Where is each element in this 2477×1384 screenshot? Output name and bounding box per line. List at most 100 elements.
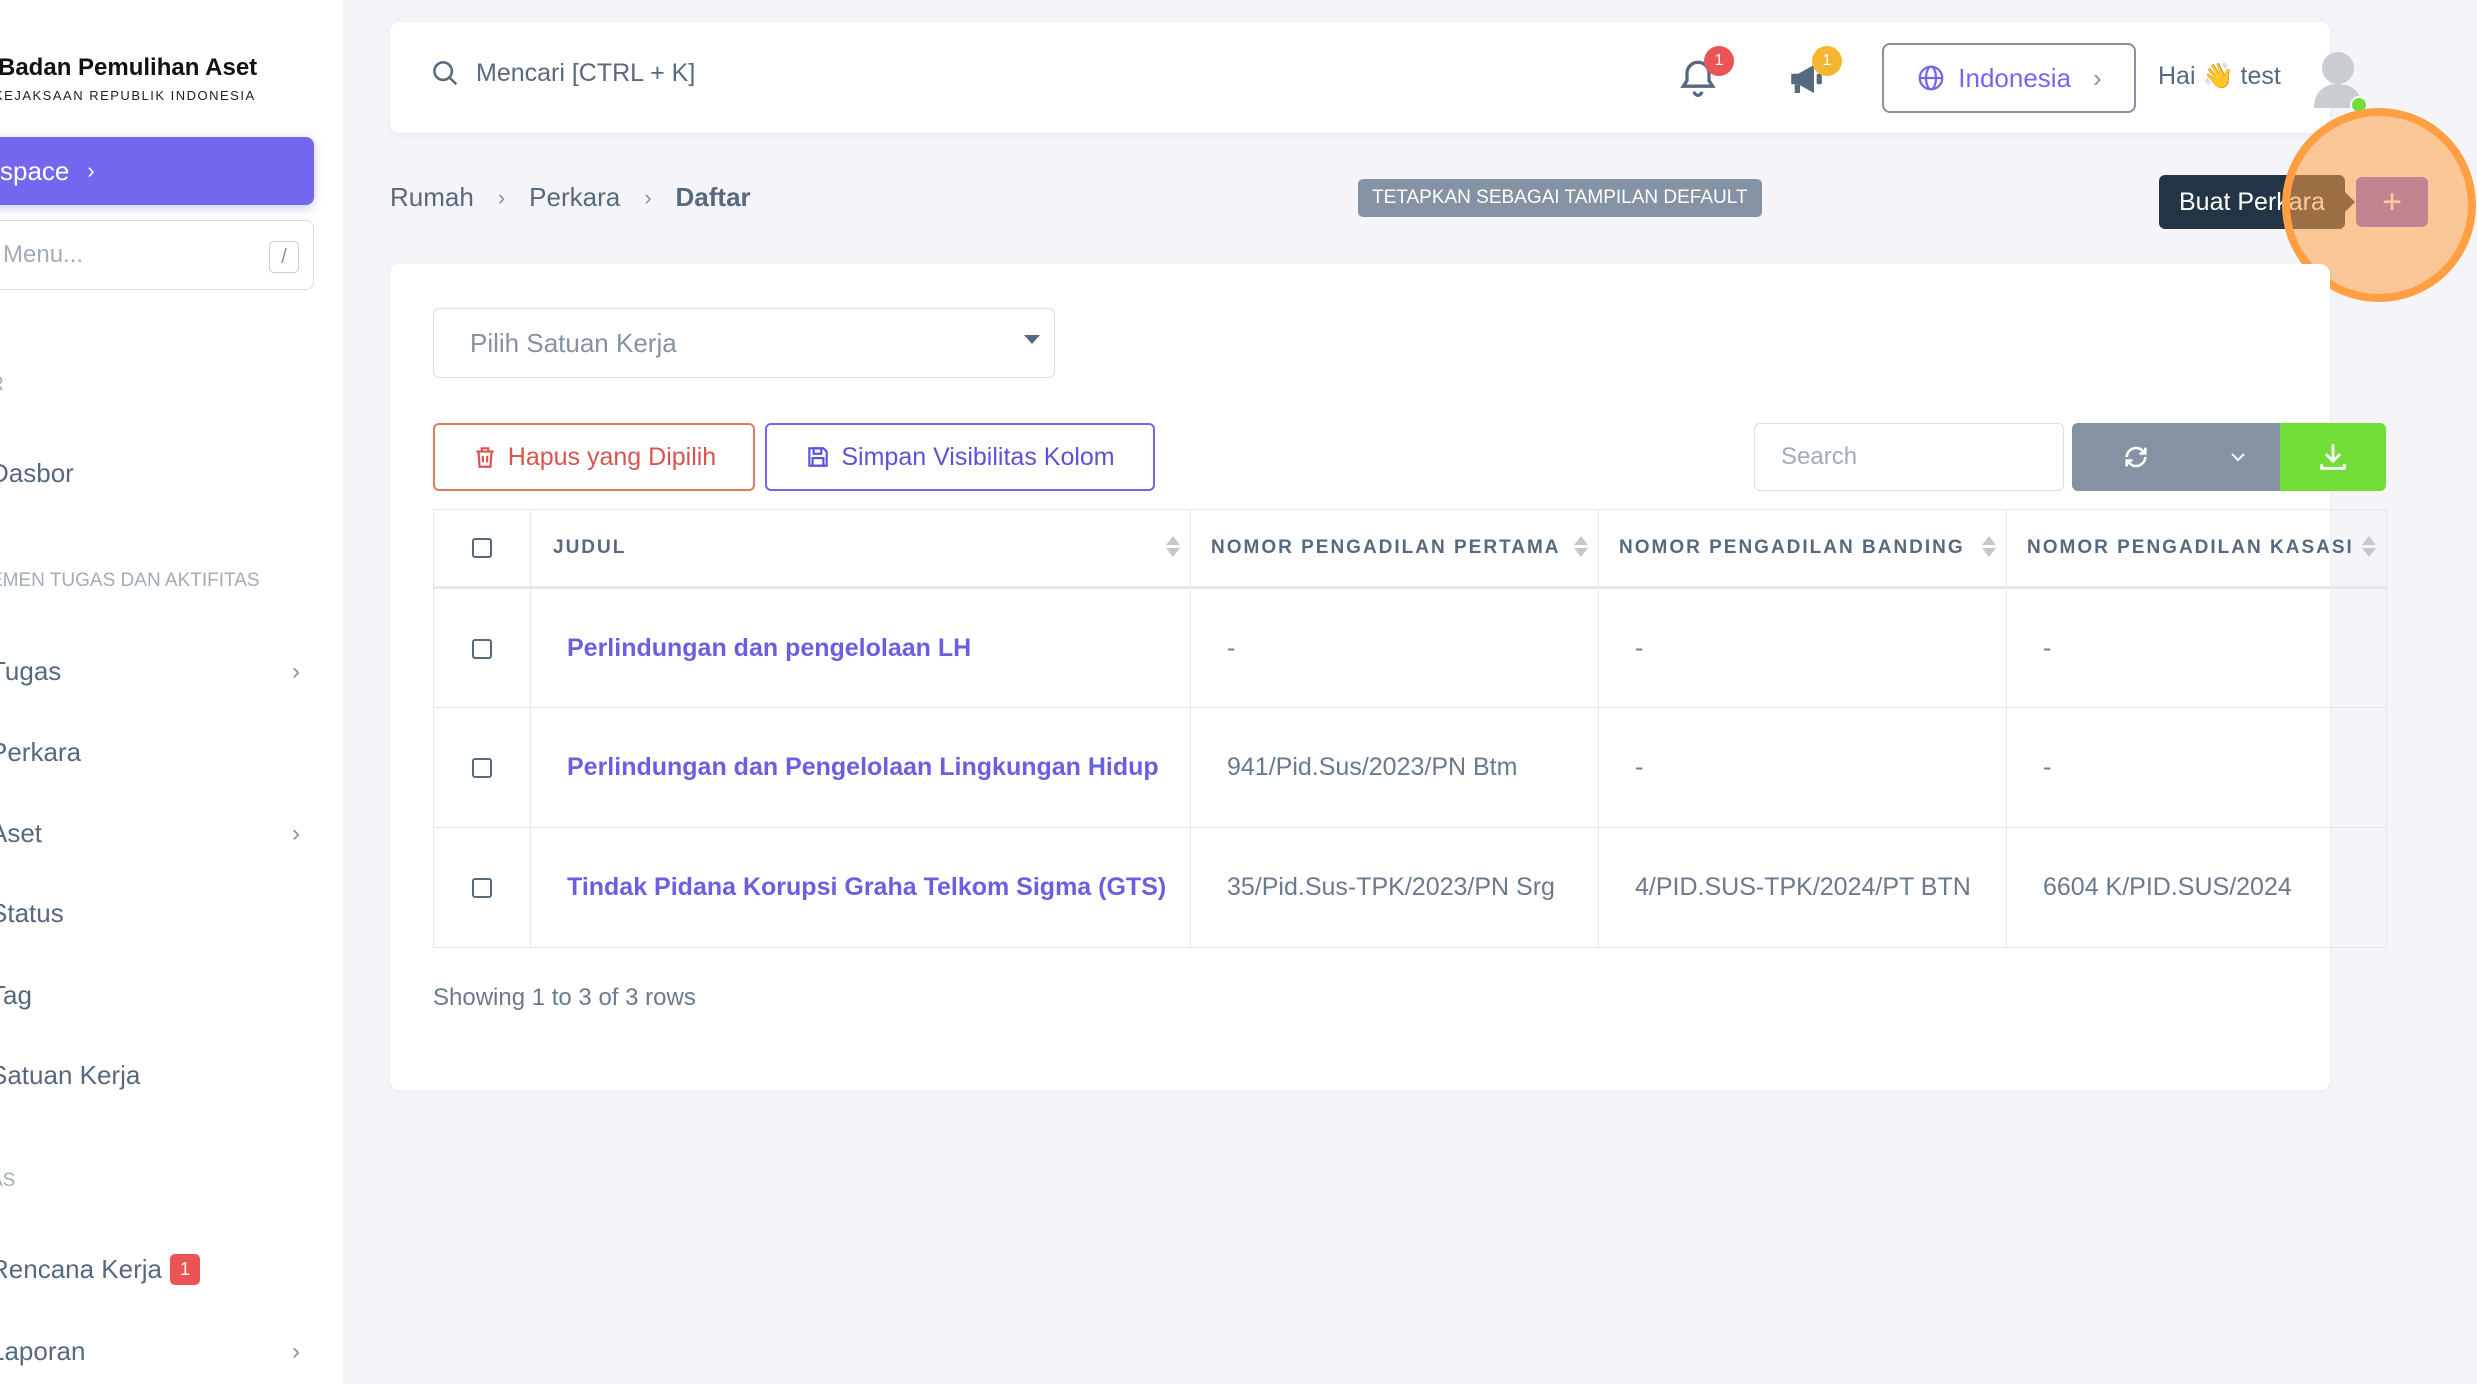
download-button[interactable] <box>2280 423 2386 491</box>
select-all-cell <box>433 509 531 589</box>
user-greeting: Hai 👋 test <box>2158 62 2281 90</box>
sidebar-item-laporan[interactable]: Laporan › <box>0 1336 300 1367</box>
column-header-label: JUDUL <box>553 537 627 558</box>
add-case-button[interactable]: + <box>2356 177 2428 227</box>
sidebar-item-tag[interactable]: Tag <box>0 980 300 1011</box>
trash-icon <box>476 447 494 468</box>
work-unit-placeholder: Pilih Satuan Kerja <box>470 327 677 358</box>
column-header-first-court[interactable]: NOMOR PENGADILAN PERTAMA <box>1190 509 1599 589</box>
sort-icon <box>2362 536 2376 557</box>
column-header-label: NOMOR PENGADILAN BANDING <box>1619 537 1965 558</box>
language-label: Indonesia <box>1958 62 2072 93</box>
sidebar-item-status[interactable]: Status <box>0 898 300 929</box>
row-checkbox[interactable] <box>472 638 492 659</box>
table-row: Perlindungan dan pengelolaan LH - - - <box>433 587 2387 708</box>
search-icon <box>433 61 458 86</box>
delete-selected-label: Hapus yang Dipilih <box>507 442 717 471</box>
sidebar-item-perkara[interactable]: Perkara <box>0 737 300 768</box>
save-icon <box>808 447 829 467</box>
sidebar-item-tugas[interactable]: Tugas › <box>0 656 300 687</box>
count-badge: 1 <box>170 1254 201 1285</box>
sidebar-item-label: Tugas <box>0 656 62 686</box>
row-checkbox[interactable] <box>472 758 492 779</box>
case-title-link[interactable]: Perlindungan dan Pengelolaan Lingkungan … <box>530 707 1191 828</box>
brand-subtitle: KEJAKSAAN REPUBLIK INDONESIA <box>0 88 256 103</box>
notifications-count-badge: 1 <box>1704 46 1734 76</box>
save-column-visibility-label: Simpan Visibilitas Kolom <box>841 442 1115 471</box>
chevron-right-icon: › <box>497 184 506 210</box>
set-default-view-button[interactable]: TETAPKAN SEBAGAI TAMPILAN DEFAULT <box>1358 179 1762 217</box>
delete-selected-button[interactable]: Hapus yang Dipilih <box>433 423 755 491</box>
sidebar-item-label: Tag <box>0 980 32 1010</box>
shortcut-key: / <box>269 241 299 273</box>
workspace-label: space <box>0 155 70 186</box>
create-case-tooltip: Buat Perkara <box>2159 175 2355 229</box>
menu-search-placeholder: Menu... <box>3 241 84 268</box>
sidebar-item-aset[interactable]: Aset › <box>0 818 300 849</box>
refresh-button[interactable] <box>2072 423 2280 491</box>
chevron-right-icon: › <box>292 1337 300 1365</box>
breadcrumb-perkara[interactable]: Perkara <box>529 182 620 213</box>
first-court-number: 941/Pid.Sus/2023/PN Btm <box>1190 707 1599 828</box>
breadcrumb-current: Daftar <box>675 182 751 212</box>
appeal-court-number: 4/PID.SUS-TPK/2024/PT BTN <box>1598 827 2007 948</box>
chevron-right-icon: › <box>292 819 300 847</box>
sidebar-item-dasbor[interactable]: Dasbor <box>0 458 300 489</box>
menu-header-tasks: EMEN TUGAS DAN AKTIFITAS <box>0 570 260 591</box>
workspace-button[interactable]: space › <box>0 137 314 205</box>
save-column-visibility-button[interactable]: Simpan Visibilitas Kolom <box>765 423 1155 491</box>
topbar: Mencari [CTRL + K] 1 1 Indonesia › Hai 👋… <box>390 22 2368 133</box>
sort-icon <box>1166 536 1180 557</box>
chevron-right-icon: › <box>87 158 95 183</box>
brand[interactable]: Badan Pemulihan Aset KEJAKSAAN REPUBLIK … <box>0 54 257 103</box>
case-title-link[interactable]: Tindak Pidana Korupsi Graha Telkom Sigma… <box>530 827 1191 948</box>
sidebar-item-label: Rencana Kerja <box>0 1254 162 1284</box>
table-row: Perlindungan dan Pengelolaan Lingkungan … <box>433 707 2387 828</box>
chevron-down-icon[interactable] <box>2226 445 2250 469</box>
sort-icon <box>1574 536 1588 557</box>
breadcrumb-home[interactable]: Rumah <box>390 182 474 213</box>
caret-down-icon <box>1024 335 1040 344</box>
column-header-judul[interactable]: JUDUL <box>530 509 1191 589</box>
column-header-label: NOMOR PENGADILAN PERTAMA <box>1211 537 1561 558</box>
row-select-cell <box>433 707 531 828</box>
column-header-appeal-court[interactable]: NOMOR PENGADILAN BANDING <box>1598 509 2007 589</box>
table-row: Tindak Pidana Korupsi Graha Telkom Sigma… <box>433 827 2387 948</box>
row-checkbox[interactable] <box>472 878 492 899</box>
cassation-court-number: - <box>2006 707 2387 828</box>
sidebar-item-label: Satuan Kerja <box>0 1060 141 1090</box>
case-title-link[interactable]: Perlindungan dan pengelolaan LH <box>530 587 1191 708</box>
online-status-indicator <box>2350 96 2368 114</box>
announcements-count-badge: 1 <box>1812 46 1842 76</box>
cassation-court-number: 6604 K/PID.SUS/2024 <box>2006 827 2387 948</box>
sidebar-item-rencana-kerja[interactable]: Rencana Kerja 1 <box>0 1254 300 1285</box>
work-unit-select[interactable]: Pilih Satuan Kerja <box>433 308 1055 378</box>
notifications-button[interactable]: 1 <box>1676 46 1734 105</box>
sidebar-item-label: Laporan <box>0 1336 86 1366</box>
chevron-right-icon: › <box>292 657 300 685</box>
globe-icon <box>1918 65 1944 91</box>
cassation-court-number: - <box>2006 587 2387 708</box>
row-select-cell <box>433 827 531 948</box>
global-search-placeholder: Mencari [CTRL + K] <box>476 58 696 87</box>
language-selector[interactable]: Indonesia › <box>1882 43 2136 113</box>
row-select-cell <box>433 587 531 708</box>
sidebar-item-label: Status <box>0 898 64 928</box>
column-header-label: NOMOR PENGADILAN KASASI <box>2027 537 2354 558</box>
sort-icon <box>1982 536 1996 557</box>
sidebar-item-satuan-kerja[interactable]: Satuan Kerja <box>0 1060 300 1091</box>
column-header-cassation-court[interactable]: NOMOR PENGADILAN KASASI <box>2006 509 2387 589</box>
table-search-input[interactable] <box>1754 423 2064 491</box>
menu-search-input[interactable]: Menu... / <box>0 220 314 290</box>
brand-title: Badan Pemulihan Aset <box>0 54 258 81</box>
sidebar-item-label: Dasbor <box>0 458 74 488</box>
sidebar-item-label: Perkara <box>0 737 82 767</box>
announcements-button[interactable]: 1 <box>1786 46 1842 105</box>
select-all-checkbox[interactable] <box>472 537 492 558</box>
case-list-card: Pilih Satuan Kerja Hapus yang Dipilih Si… <box>390 264 2387 1090</box>
chevron-right-icon: › <box>644 184 652 210</box>
pagination-info: Showing 1 to 3 of 3 rows <box>433 984 696 1011</box>
table-header-row: JUDUL NOMOR PENGADILAN PERTAMA NOMOR PEN… <box>433 509 2387 589</box>
global-search-input[interactable]: Mencari [CTRL + K] <box>430 58 695 88</box>
appeal-court-number: - <box>1598 707 2007 828</box>
